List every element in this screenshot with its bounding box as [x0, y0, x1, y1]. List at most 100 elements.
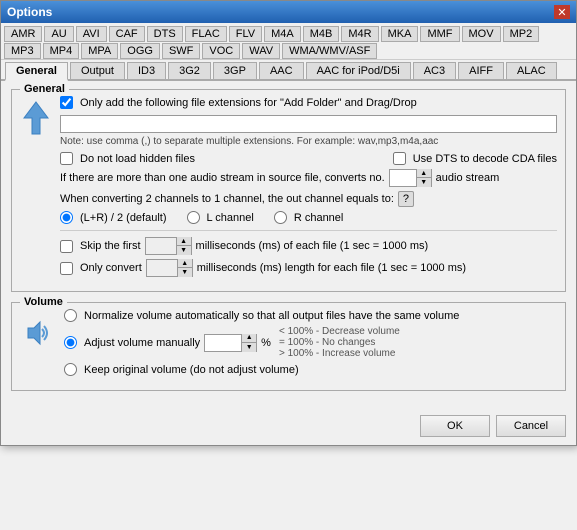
ext-input[interactable]: amr,wav	[60, 115, 557, 133]
format-tab-mp4[interactable]: MP4	[43, 43, 80, 59]
cancel-button[interactable]: Cancel	[496, 415, 566, 437]
channel-default-radio[interactable]	[60, 211, 73, 224]
channel-left-label: L channel	[207, 212, 254, 224]
audio-stream-spinner[interactable]: 1 ▲ ▼	[389, 169, 432, 187]
normalize-radio[interactable]	[64, 309, 77, 322]
format-tab-ogg[interactable]: OGG	[120, 43, 160, 59]
volume-spinner[interactable]: 100 ▲ ▼	[204, 334, 257, 352]
volume-note-3: > 100% - Increase volume	[279, 348, 400, 359]
audio-stream-up[interactable]: ▲	[417, 169, 431, 178]
volume-down[interactable]: ▼	[242, 343, 256, 352]
format-tab-m4a[interactable]: M4A	[264, 26, 301, 42]
audio-stream-down[interactable]: ▼	[417, 178, 431, 187]
only-convert-down[interactable]: ▼	[178, 268, 192, 277]
general-section-label: General	[20, 83, 69, 95]
main-tab-aac[interactable]: AAC	[259, 62, 304, 79]
main-tab-3gp[interactable]: 3GP	[213, 62, 257, 79]
close-button[interactable]: ✕	[554, 5, 570, 19]
keep-volume-row: Keep original volume (do not adjust volu…	[64, 363, 557, 376]
format-tab-mp2[interactable]: MP2	[503, 26, 540, 42]
format-tab-voc[interactable]: VOC	[202, 43, 240, 59]
main-tab-aiff[interactable]: AIFF	[458, 62, 504, 79]
only-convert-input[interactable]: 0	[147, 262, 177, 274]
hidden-dts-row: Do not load hidden files Use DTS to deco…	[60, 152, 557, 165]
skip-first-up[interactable]: ▲	[177, 237, 191, 246]
keep-radio[interactable]	[64, 363, 77, 376]
format-tabs-row: AMRAUAVICAFDTSFLACFLVM4AM4BM4RMKAMMFMOVM…	[1, 23, 576, 60]
help-button[interactable]: ?	[398, 191, 414, 207]
keep-label: Keep original volume (do not adjust volu…	[84, 364, 299, 376]
audio-stream-text1: If there are more than one audio stream …	[60, 172, 385, 184]
ext-note: Note: use comma (,) to separate multiple…	[60, 136, 557, 147]
format-tab-mka[interactable]: MKA	[381, 26, 419, 42]
format-tab-mmf[interactable]: MMF	[420, 26, 459, 42]
format-tab-au[interactable]: AU	[44, 26, 73, 42]
main-tab-3g2[interactable]: 3G2	[168, 62, 211, 79]
hidden-files-checkbox[interactable]	[60, 152, 73, 165]
format-tab-avi[interactable]: AVI	[76, 26, 107, 42]
ok-button[interactable]: OK	[420, 415, 490, 437]
format-tab-mp3[interactable]: MP3	[4, 43, 41, 59]
volume-fields: Normalize volume automatically so that a…	[64, 309, 557, 380]
channel-right-radio[interactable]	[274, 211, 287, 224]
main-tab-id3[interactable]: ID3	[127, 62, 166, 79]
format-tab-wav[interactable]: WAV	[242, 43, 280, 59]
dts-label: Use DTS to decode CDA files	[413, 153, 557, 165]
only-convert-row: Only convert 0 ▲ ▼ milliseconds (ms) len…	[60, 259, 557, 277]
ext-checkbox-row: Only add the following file extensions f…	[60, 96, 557, 109]
format-tab-flv[interactable]: FLV	[229, 26, 262, 42]
only-convert-up[interactable]: ▲	[178, 259, 192, 268]
skip-first-row: Skip the first 0 ▲ ▼ milliseconds (ms) o…	[60, 237, 557, 255]
adjust-radio[interactable]	[64, 336, 77, 349]
general-fields: Only add the following file extensions f…	[60, 96, 557, 281]
ext-checkbox[interactable]	[60, 96, 73, 109]
format-tab-amr[interactable]: AMR	[4, 26, 42, 42]
volume-section: Volume Normalize volume	[11, 302, 566, 391]
main-tab-alac[interactable]: ALAC	[506, 62, 557, 79]
main-tabs-row: GeneralOutputID33G23GPAACAAC for iPod/D5…	[1, 60, 576, 81]
format-tab-mov[interactable]: MOV	[462, 26, 501, 42]
only-convert-spinner[interactable]: 0 ▲ ▼	[146, 259, 193, 277]
channel-left-radio[interactable]	[187, 211, 200, 224]
options-window: Options ✕ AMRAUAVICAFDTSFLACFLVM4AM4BM4R…	[0, 0, 577, 446]
format-tab-m4b[interactable]: M4B	[303, 26, 340, 42]
adjust-volume-row: Adjust volume manually 100 ▲ ▼ % < 100% …	[64, 326, 557, 359]
format-tab-dts[interactable]: DTS	[147, 26, 183, 42]
volume-note-1: < 100% - Decrease volume	[279, 326, 400, 337]
skip-first-down[interactable]: ▼	[177, 246, 191, 255]
channel-radio-row: (L+R) / 2 (default) L channel R channel	[60, 211, 557, 224]
hidden-files-label: Do not load hidden files	[80, 153, 195, 165]
audio-stream-input[interactable]: 1	[390, 170, 416, 186]
main-tab-output[interactable]: Output	[70, 62, 125, 79]
only-convert-label: Only convert	[80, 262, 142, 274]
volume-icon	[20, 315, 56, 354]
channels-text-row: When converting 2 channels to 1 channel,…	[60, 191, 557, 207]
dts-checkbox[interactable]	[393, 152, 406, 165]
only-convert-unit: milliseconds (ms) length for each file (…	[197, 262, 466, 274]
main-tab-general[interactable]: General	[5, 62, 68, 81]
window-title: Options	[7, 5, 52, 19]
main-tab-aac-for-ipod/d5i[interactable]: AAC for iPod/D5i	[306, 62, 411, 79]
format-tab-caf[interactable]: CAF	[109, 26, 145, 42]
audio-stream-row: If there are more than one audio stream …	[60, 169, 557, 187]
volume-section-label: Volume	[20, 296, 67, 308]
audio-stream-text2: audio stream	[436, 172, 500, 184]
format-tab-flac[interactable]: FLAC	[185, 26, 227, 42]
format-tab-swf[interactable]: SWF	[162, 43, 200, 59]
format-tab-mpa[interactable]: MPA	[81, 43, 118, 59]
volume-note-2: = 100% - No changes	[279, 337, 400, 348]
skip-first-input[interactable]: 0	[146, 240, 176, 252]
format-tab-wma-wmv-asf[interactable]: WMA/WMV/ASF	[282, 43, 377, 59]
volume-up[interactable]: ▲	[242, 334, 256, 343]
format-tab-m4r[interactable]: M4R	[341, 26, 378, 42]
only-convert-checkbox[interactable]	[60, 262, 73, 275]
volume-input[interactable]: 100	[205, 335, 241, 351]
normalize-row: Normalize volume automatically so that a…	[64, 309, 557, 322]
general-section: General Only add the following file exte…	[11, 89, 566, 292]
normalize-label: Normalize volume automatically so that a…	[84, 310, 459, 322]
skip-first-checkbox[interactable]	[60, 240, 73, 253]
main-tab-ac3[interactable]: AC3	[413, 62, 456, 79]
channel-default-label: (L+R) / 2 (default)	[80, 212, 167, 224]
skip-first-spinner[interactable]: 0 ▲ ▼	[145, 237, 192, 255]
channel-right-label: R channel	[294, 212, 344, 224]
